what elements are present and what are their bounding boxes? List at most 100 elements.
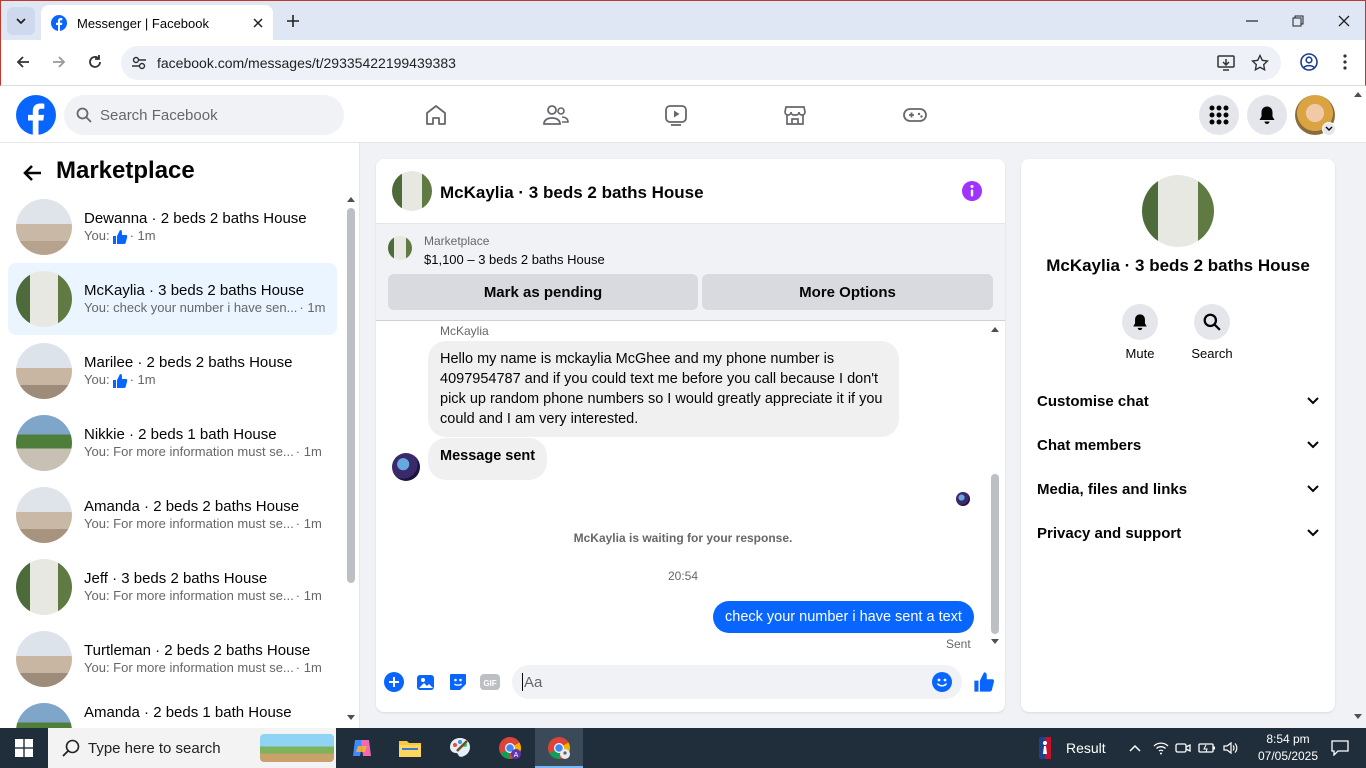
page-scroll-up-icon[interactable] — [1353, 90, 1363, 98]
menu-button[interactable] — [1199, 95, 1239, 135]
search-label: Search — [1191, 346, 1233, 361]
new-tab-button[interactable] — [281, 9, 305, 33]
minimize-icon — [1246, 20, 1258, 22]
nav-marketplace[interactable] — [775, 95, 815, 135]
mute-label: Mute — [1125, 346, 1155, 361]
scroll-down-arrow-icon[interactable] — [346, 714, 356, 722]
search-action[interactable]: Search — [1187, 304, 1237, 361]
chrome-icon: A — [499, 737, 521, 759]
send-like-button[interactable] — [970, 668, 998, 696]
notifications-button[interactable] — [1247, 95, 1287, 135]
conversation-name: Nikkie · 2 beds 1 bath House — [84, 425, 277, 443]
chat-scrollbar[interactable] — [991, 474, 999, 634]
chat-title[interactable]: McKaylia · 3 beds 2 baths House — [440, 183, 704, 203]
scroll-down-arrow-icon[interactable] — [990, 638, 1000, 646]
account-chevron[interactable] — [1322, 122, 1336, 136]
message-input[interactable]: Aa — [512, 665, 962, 699]
show-hidden-icons-button[interactable] — [1124, 728, 1146, 768]
network-tray-icon[interactable] — [1150, 728, 1172, 768]
tab-search-button[interactable] — [7, 7, 35, 35]
facebook-logo[interactable] — [16, 95, 56, 135]
conversation-item[interactable]: Dewanna · 2 beds 2 baths House You: · 1m — [8, 191, 337, 263]
bookmark-star-icon[interactable] — [1251, 54, 1269, 72]
gif-button[interactable]: GIF — [478, 670, 502, 694]
scroll-up-arrow-icon[interactable] — [990, 325, 1000, 333]
friends-icon — [543, 105, 569, 125]
conversation-avatar — [16, 631, 72, 687]
chat-header-avatar[interactable] — [392, 171, 432, 211]
mark-as-pending-button[interactable]: Mark as pending — [388, 274, 698, 310]
media-files-links-section[interactable]: Media, files and links — [1037, 467, 1319, 511]
privacy-support-section[interactable]: Privacy and support — [1037, 511, 1319, 555]
start-button[interactable] — [0, 728, 48, 768]
notification-center-button[interactable] — [1320, 728, 1360, 768]
sticker-button[interactable] — [446, 670, 470, 694]
paint-app[interactable] — [436, 728, 484, 768]
composer-placeholder: Aa — [524, 673, 543, 691]
conversation-item[interactable]: Amanda · 2 beds 2 baths House You: For m… — [8, 479, 337, 551]
nav-video[interactable] — [656, 95, 696, 135]
nav-friends[interactable] — [536, 95, 576, 135]
close-window-button[interactable] — [1327, 7, 1361, 35]
volume-tray-icon[interactable] — [1220, 728, 1242, 768]
chrome-app-active[interactable] — [535, 728, 583, 768]
listing-thumbnail[interactable] — [388, 236, 412, 260]
address-bar[interactable]: facebook.com/messages/t/2933542219943938… — [121, 46, 1281, 80]
bell-icon — [1259, 106, 1275, 124]
gaming-icon — [903, 108, 927, 122]
browser-menu-button[interactable] — [1331, 48, 1359, 76]
conversation-item[interactable]: Turtleman · 2 beds 2 baths House You: Fo… — [8, 623, 337, 695]
taskbar-search-placeholder: Type here to search — [88, 739, 221, 757]
restore-button[interactable] — [1281, 7, 1315, 35]
facebook-search-input[interactable]: Search Facebook — [64, 95, 344, 135]
page-scroll-down-icon[interactable] — [1353, 713, 1363, 721]
file-explorer-app[interactable] — [386, 728, 434, 768]
clock-time[interactable]: 8:54 pm — [1256, 732, 1320, 746]
back-to-chats-button[interactable] — [16, 157, 48, 189]
incoming-message-bubble[interactable]: Hello my name is mckaylia McGhee and my … — [428, 341, 899, 437]
more-actions-button[interactable] — [382, 670, 406, 694]
conversation-item[interactable]: Nikkie · 2 beds 1 bath House You: For mo… — [8, 407, 337, 479]
conversation-info-button[interactable] — [960, 179, 984, 203]
battery-tray-icon[interactable] — [1196, 728, 1218, 768]
reload-button[interactable] — [81, 48, 109, 76]
video-icon — [665, 105, 687, 126]
profile-button[interactable] — [1295, 48, 1323, 76]
copilot-app[interactable] — [338, 728, 386, 768]
chat-members-section[interactable]: Chat members — [1037, 423, 1319, 467]
install-app-icon[interactable] — [1217, 54, 1235, 72]
nav-home[interactable] — [416, 95, 456, 135]
conversation-list-scrollbar[interactable] — [347, 208, 355, 583]
news-widget[interactable] — [1034, 728, 1056, 768]
scroll-up-arrow-icon[interactable] — [346, 195, 356, 203]
minimize-button[interactable] — [1235, 7, 1269, 35]
info-avatar[interactable] — [1142, 175, 1214, 247]
message-sent-bubble[interactable]: Message sent — [428, 438, 548, 480]
close-tab-icon[interactable] — [253, 18, 263, 28]
chevron-down-icon — [1307, 529, 1319, 537]
taskbar-search-box[interactable]: Type here to search — [48, 728, 336, 768]
home-icon — [426, 105, 446, 125]
meet-now-tray-icon[interactable] — [1172, 728, 1194, 768]
listing-title[interactable]: $1,100 – 3 beds 2 baths House — [424, 252, 605, 267]
conversation-item[interactable]: Jeff · 3 beds 2 baths House You: For mor… — [8, 551, 337, 623]
back-button[interactable] — [9, 48, 37, 76]
browser-tab-messenger[interactable]: Messenger | Facebook — [41, 5, 273, 41]
emoji-icon[interactable] — [932, 672, 952, 692]
attach-photo-button[interactable] — [414, 670, 438, 694]
customise-chat-section[interactable]: Customise chat — [1037, 379, 1319, 423]
clock-date[interactable]: 07/05/2025 — [1250, 749, 1326, 763]
outgoing-message-bubble[interactable]: check your number i have sent a text — [713, 601, 974, 633]
more-options-button[interactable]: More Options — [702, 274, 993, 310]
mute-action[interactable]: Mute — [1120, 304, 1160, 361]
site-settings-icon[interactable] — [131, 55, 147, 71]
conversation-item[interactable]: Marilee · 2 beds 2 baths House You: · 1m — [8, 335, 337, 407]
conversation-item-active[interactable]: McKaylia · 3 beds 2 baths House You: che… — [8, 263, 337, 335]
chrome-app-profile-a[interactable]: A — [486, 728, 534, 768]
nav-gaming[interactable] — [895, 95, 935, 135]
news-widget-label[interactable]: Result — [1066, 740, 1106, 756]
forward-button[interactable] — [45, 48, 73, 76]
sender-avatar[interactable] — [392, 453, 420, 481]
conversation-avatar — [16, 703, 72, 728]
conversation-item[interactable]: Amanda · 2 beds 1 bath House — [8, 695, 337, 728]
